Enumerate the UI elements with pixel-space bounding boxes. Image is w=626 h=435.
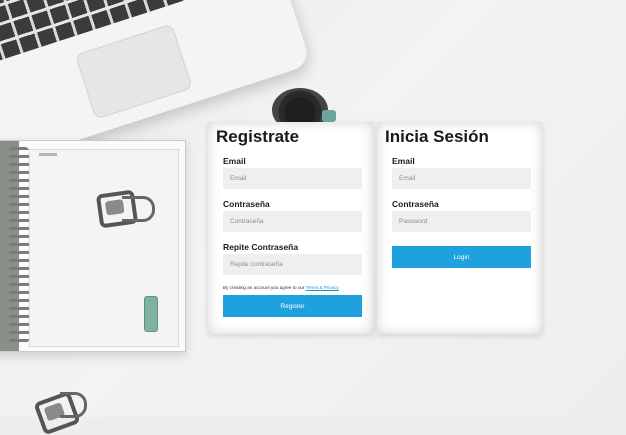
- laptop-trackpad: [74, 23, 193, 120]
- register-email-input[interactable]: [223, 168, 362, 189]
- terms-privacy-link[interactable]: Terms & Privacy: [306, 285, 339, 290]
- notebook-rings: [9, 147, 29, 343]
- register-panel: Registrate Email Contraseña Repite Contr…: [208, 122, 373, 334]
- register-email-label: Email: [223, 156, 246, 166]
- coffee-cup-handle: [322, 110, 336, 122]
- login-panel: Inicia Sesión Email Contraseña Login: [377, 122, 542, 334]
- register-button[interactable]: Register: [223, 295, 362, 317]
- binder-clip-wire: [122, 196, 155, 222]
- login-email-label: Email: [392, 156, 415, 166]
- register-password-label: Contraseña: [223, 199, 270, 209]
- terms-text: By creating an account you agree to our: [223, 285, 305, 290]
- notebook-page-tag: [39, 153, 57, 156]
- binder-clip-wire: [60, 392, 87, 418]
- login-password-input[interactable]: [392, 211, 531, 232]
- eraser-image: [144, 296, 158, 332]
- terms-notice: By creating an account you agree to our …: [223, 285, 339, 290]
- login-password-label: Contraseña: [392, 199, 439, 209]
- register-repeat-password-input[interactable]: [223, 254, 362, 275]
- register-title: Registrate: [216, 127, 300, 146]
- login-title: Inicia Sesión: [385, 127, 489, 146]
- notebook-image: [0, 140, 186, 352]
- register-password-input[interactable]: [223, 211, 362, 232]
- login-button[interactable]: Login: [392, 246, 531, 268]
- login-email-input[interactable]: [392, 168, 531, 189]
- register-repeat-password-label: Repite Contraseña: [223, 242, 299, 252]
